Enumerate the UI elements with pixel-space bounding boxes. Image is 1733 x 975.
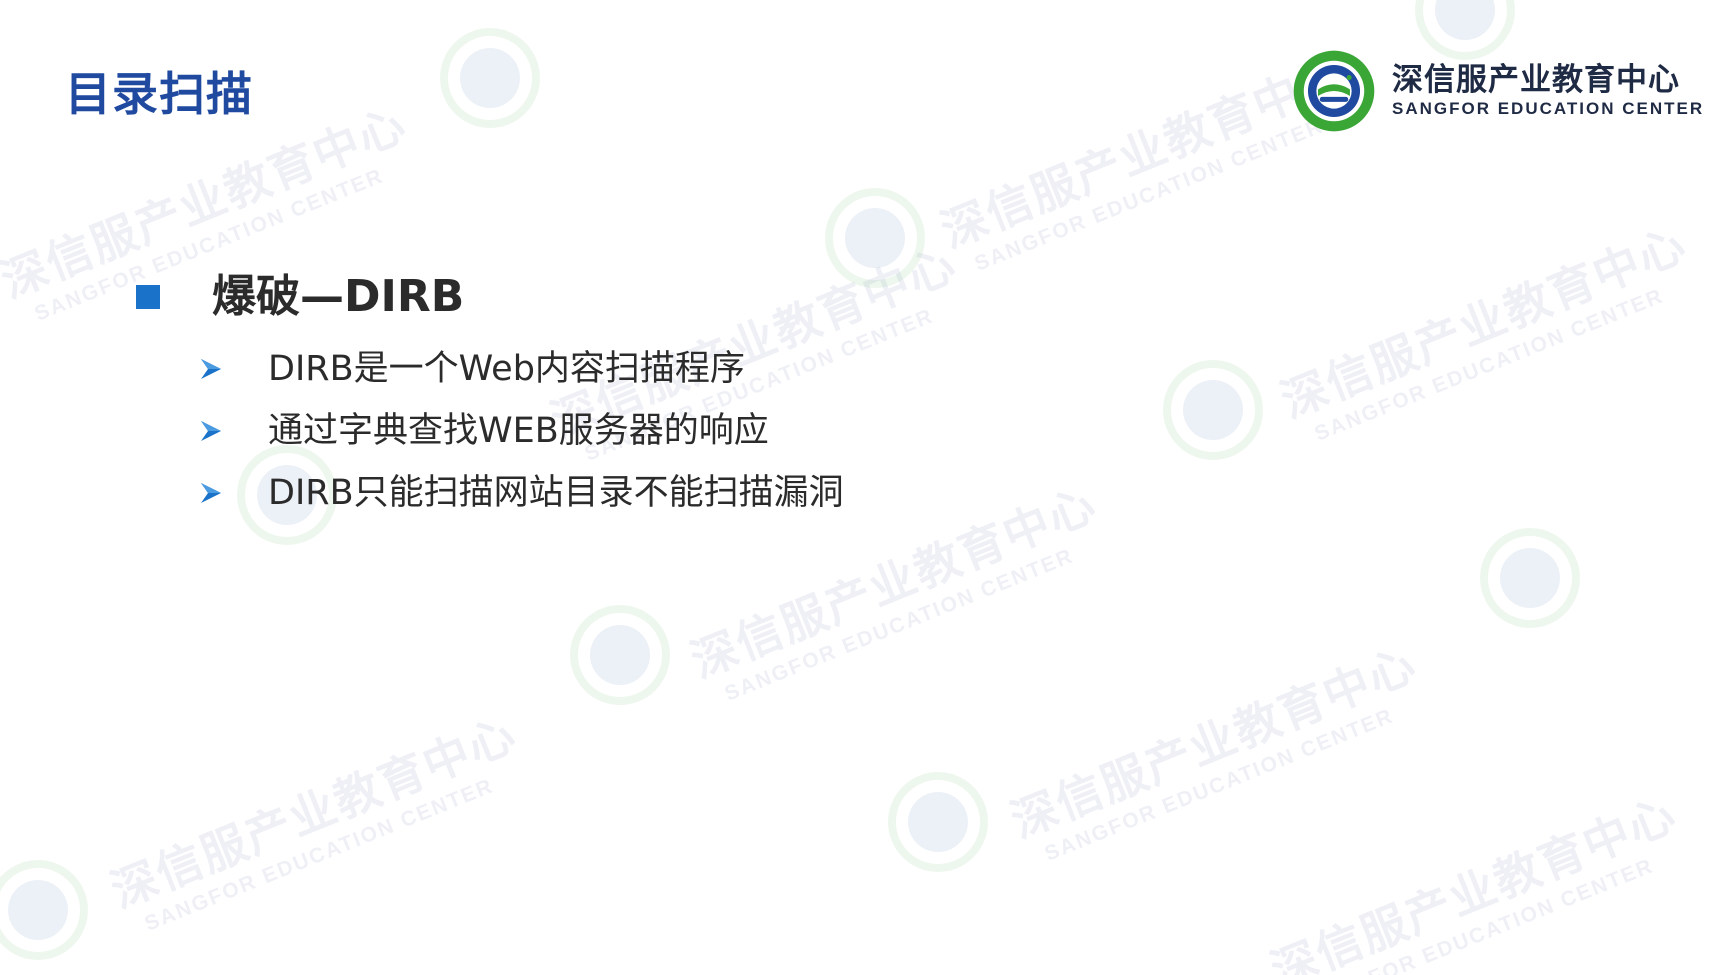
brand-logo: 深信服产业教育中心 SANGFOR EDUCATION CENTER — [1292, 48, 1706, 134]
square-bullet-icon — [136, 285, 160, 309]
arrow-right-icon — [201, 483, 221, 503]
brand-name-cn: 深信服产业教育中心 — [1392, 62, 1680, 98]
watermark-emblem-icon — [1480, 528, 1580, 628]
brand-text: 深信服产业教育中心 SANGFOR EDUCATION CENTER — [1392, 62, 1704, 120]
watermark-emblem-icon — [1163, 360, 1263, 460]
watermark-emblem-icon — [440, 28, 540, 128]
section-heading: 爆破—DIRB — [212, 271, 465, 322]
section-heading-row: 爆破—DIRB — [136, 268, 464, 326]
watermark-emblem-icon — [888, 772, 988, 872]
arrow-right-icon — [201, 421, 221, 441]
list-item-text: 通过字典查找WEB服务器的响应 — [268, 411, 769, 451]
list-item-text: DIRB是一个Web内容扫描程序 — [268, 349, 745, 389]
watermark: 深信服产业教育中心 SANGFOR EDUCATION CENTER — [1003, 636, 1425, 866]
slide: 深信服产业教育中心 SANGFOR EDUCATION CENTER 深信服产业… — [0, 0, 1733, 975]
watermark: 深信服产业教育中心 SANGFOR EDUCATION CENTER — [103, 706, 525, 936]
list-item: DIRB是一个Web内容扫描程序 — [198, 338, 844, 400]
watermark-emblem-icon — [570, 605, 670, 705]
watermark-emblem-icon — [825, 188, 925, 288]
bullet-list: DIRB是一个Web内容扫描程序 通过字典查找WEB服务器的响应 DIRB只能扫… — [198, 338, 844, 524]
list-item-text: DIRB只能扫描网站目录不能扫描漏洞 — [268, 473, 844, 513]
arrow-right-icon — [201, 359, 221, 379]
watermark: 深信服产业教育中心 SANGFOR EDUCATION CENTER — [1273, 216, 1695, 446]
sangfor-emblem-icon — [1293, 50, 1375, 132]
list-item: 通过字典查找WEB服务器的响应 — [198, 400, 844, 462]
brand-name-en: SANGFOR EDUCATION CENTER — [1392, 99, 1705, 118]
list-item: DIRB只能扫描网站目录不能扫描漏洞 — [198, 462, 844, 524]
page-title: 目录扫描 — [65, 67, 253, 121]
watermark: 深信服产业教育中心 SANGFOR EDUCATION CENTER — [1263, 786, 1685, 975]
watermark-emblem-icon — [0, 860, 88, 960]
